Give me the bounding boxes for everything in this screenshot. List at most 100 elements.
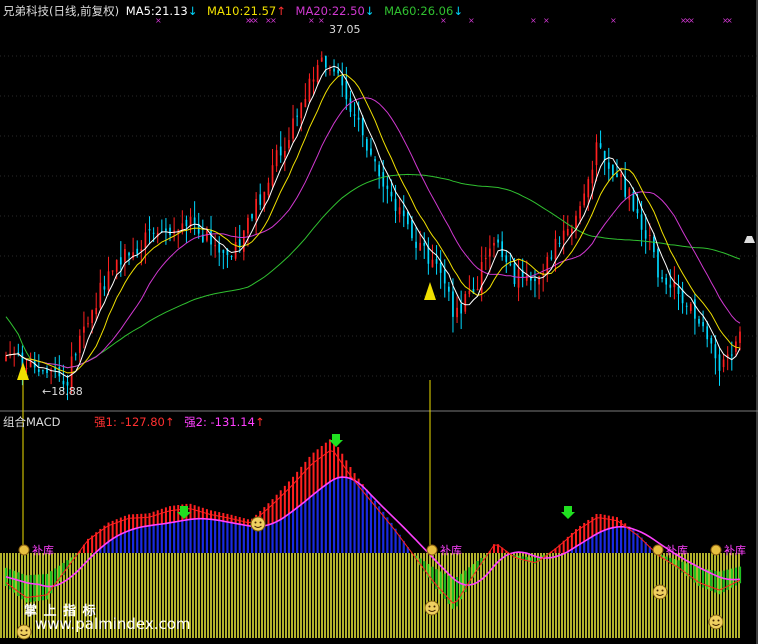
money-bag-icon xyxy=(426,544,438,556)
candle-body xyxy=(448,286,450,292)
candle-body xyxy=(386,185,389,189)
signal-arrow-1-icon xyxy=(17,362,29,380)
candle-body xyxy=(320,57,323,62)
ma20-arrow-icon: ↓ xyxy=(364,4,375,18)
candle-body xyxy=(484,257,487,259)
candle-body xyxy=(17,352,20,354)
candle-body xyxy=(242,230,245,252)
smiley-eye xyxy=(661,589,664,592)
strength2-label: 强2: -131.14 xyxy=(184,415,255,429)
candle-body xyxy=(255,198,257,220)
ma10-label: MA10: xyxy=(207,4,244,18)
candle-body xyxy=(558,242,561,244)
candle-body xyxy=(267,182,270,196)
candle-body xyxy=(5,355,7,362)
badge-label: 补库 xyxy=(32,544,54,557)
candle-body xyxy=(271,165,274,186)
money-bag-icon xyxy=(652,544,664,556)
candle-body xyxy=(452,291,454,317)
smiley-eye xyxy=(717,619,720,622)
watermark-url: www.palmindex.com xyxy=(35,615,191,633)
ma5-line xyxy=(5,65,741,378)
candle-body xyxy=(353,114,356,116)
candle-body xyxy=(644,230,647,239)
candle-body xyxy=(324,55,327,68)
candle-body xyxy=(288,140,290,149)
candle-body xyxy=(698,318,700,324)
money-bag-icon xyxy=(18,544,30,556)
ma10-line xyxy=(5,74,741,374)
candle-body xyxy=(661,277,663,279)
candle-body xyxy=(42,370,44,372)
smiley-eye xyxy=(433,605,436,608)
candle-body xyxy=(509,264,512,266)
candle-body xyxy=(185,219,188,227)
ma5-label: MA5: xyxy=(125,4,155,18)
candle-body xyxy=(591,169,594,184)
ma20-label: MA20: xyxy=(295,4,332,18)
smiley-icon xyxy=(652,584,668,600)
candle-body xyxy=(222,249,225,253)
candle-body xyxy=(119,257,122,265)
candle-body xyxy=(607,162,610,169)
signal-cross-icon: × xyxy=(726,16,733,25)
candle-body xyxy=(460,303,463,314)
candle-body xyxy=(407,211,409,225)
candle-body xyxy=(390,191,393,197)
candle-body xyxy=(316,65,319,83)
candle-body xyxy=(111,270,114,272)
candle-body xyxy=(710,337,713,344)
strength2-arrow-icon: ↑ xyxy=(254,415,265,429)
smiley-eye xyxy=(25,629,28,632)
candle-body xyxy=(468,290,471,295)
candle-body xyxy=(210,229,212,245)
candle-body xyxy=(685,305,688,307)
candle-body xyxy=(312,79,315,82)
badge-label: 补库 xyxy=(724,544,746,557)
candle-body xyxy=(464,294,467,312)
candle-body xyxy=(115,259,118,272)
candle-body xyxy=(370,148,372,155)
candle-body xyxy=(275,150,278,167)
candle-body xyxy=(37,369,40,372)
candle-body xyxy=(83,326,85,333)
candle-body xyxy=(308,78,311,102)
candle-body xyxy=(489,248,491,257)
candle-body xyxy=(702,322,704,327)
candle-body xyxy=(456,307,458,318)
candle-body xyxy=(706,326,709,340)
candle-body xyxy=(402,210,405,217)
candle-body xyxy=(341,76,344,86)
candle-body xyxy=(165,228,167,231)
signal-cross-icon: × xyxy=(468,16,475,25)
candle-body xyxy=(95,308,98,315)
signal-arrow-2-icon xyxy=(424,282,436,300)
candle-body xyxy=(144,232,147,248)
candle-body xyxy=(714,344,717,359)
ma60-arrow-icon: ↓ xyxy=(453,4,463,18)
low-price-label: ←18.88 xyxy=(42,385,83,398)
candle-body xyxy=(292,118,294,139)
chart-header: 兄弟科技(日线,前复权) MA5:21.13↓ MA10:21.57↑ MA20… xyxy=(3,3,463,19)
candle-body xyxy=(648,235,651,237)
candle-body xyxy=(476,289,479,291)
candle-body xyxy=(357,117,360,120)
signal-cross-icon: × xyxy=(530,16,537,25)
candle-body xyxy=(497,239,499,243)
candle-body xyxy=(136,248,139,254)
smiley-icon xyxy=(708,614,724,630)
stock-chart: × ××× ×× × × × × × × × ××× ×× 补库 补库 补库 补库 xyxy=(0,0,758,644)
candle-body xyxy=(251,214,253,219)
candle-body xyxy=(218,243,221,253)
candle-body xyxy=(337,70,339,74)
candle-body xyxy=(620,173,622,177)
smiley-eye xyxy=(254,521,257,524)
candle-body xyxy=(230,256,233,258)
candle-body xyxy=(579,206,581,219)
candle-body xyxy=(107,271,110,291)
candle-body xyxy=(214,245,216,247)
signal-marks: × ××× ×× × × × × × × × ××× ×× xyxy=(155,16,755,243)
money-bag-icon xyxy=(710,544,722,556)
signal-cross-icon: × xyxy=(543,16,550,25)
candle-body xyxy=(415,241,417,248)
